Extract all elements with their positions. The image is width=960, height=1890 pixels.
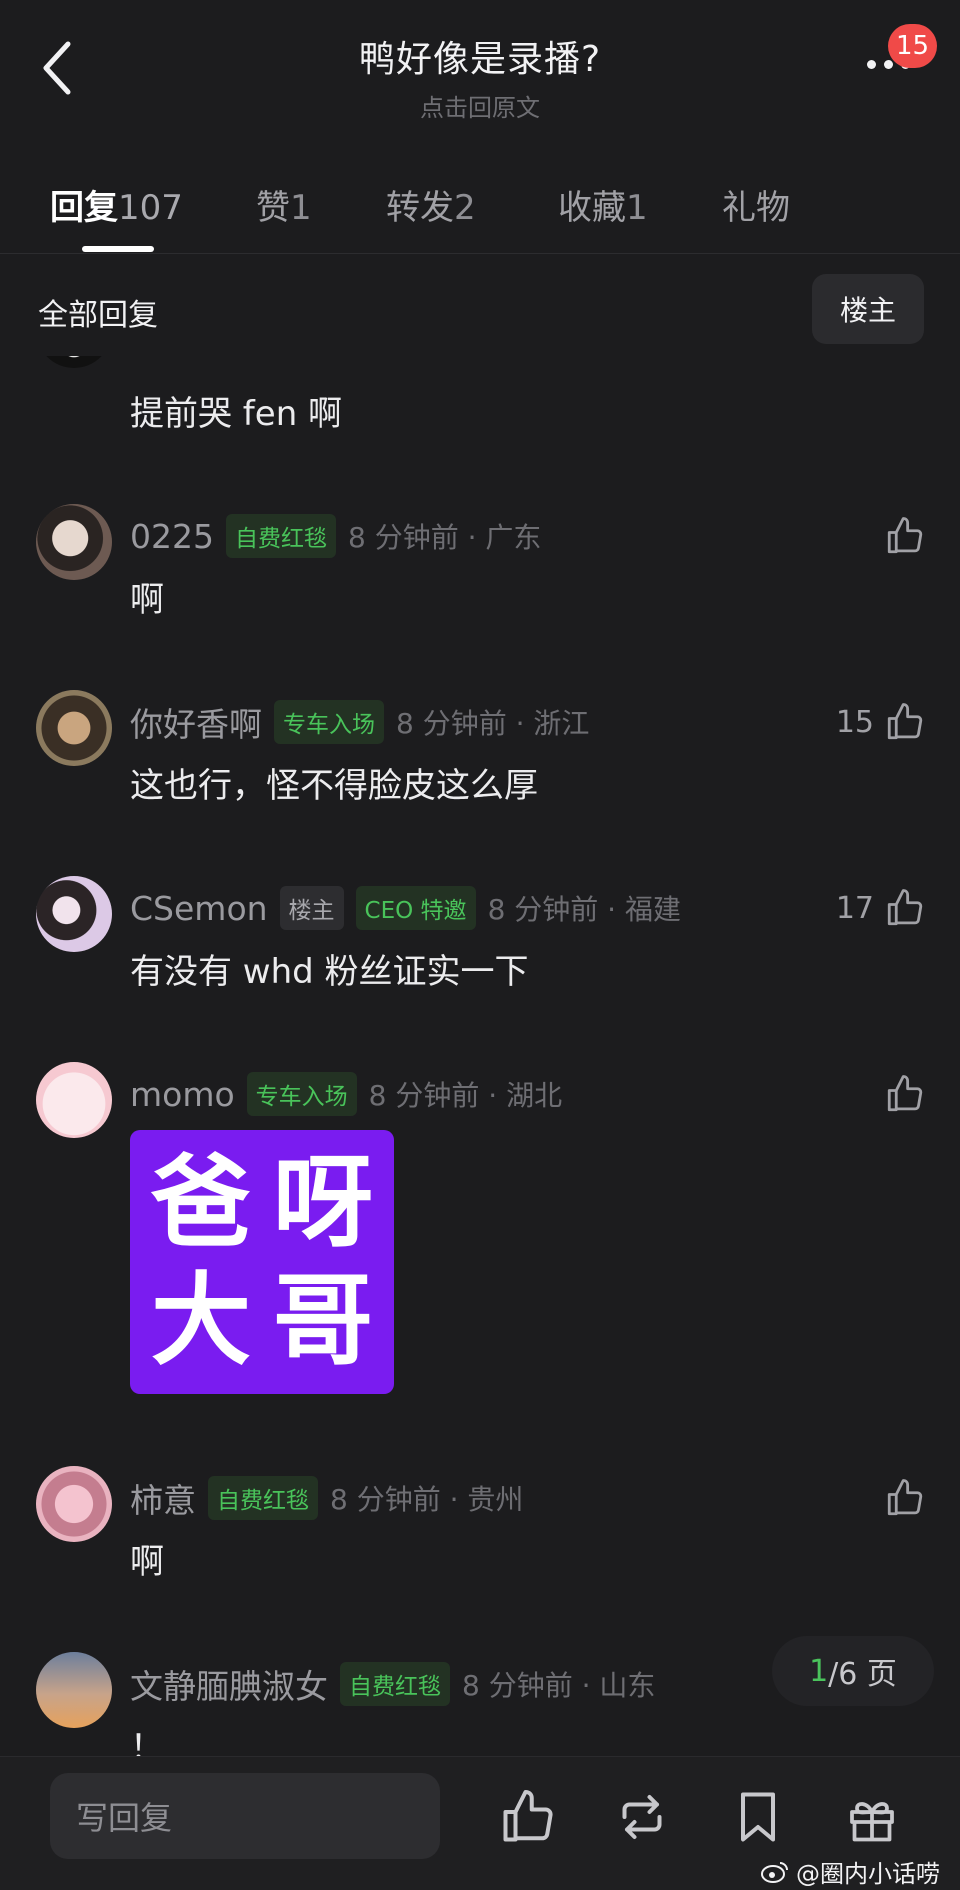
tab-count: 2 <box>454 188 476 228</box>
like-icon[interactable] <box>498 1787 558 1847</box>
tab-bar: 回复107 赞1 转发2 收藏1 礼物 <box>0 170 960 254</box>
more-icon-dot <box>883 59 893 69</box>
notification-badge: 15 <box>888 24 938 68</box>
comment-meta: momo 专车入场 8 分钟前 · 湖北 <box>130 1070 562 1118</box>
active-tab-indicator <box>82 246 154 252</box>
comment-meta: 文静腼腆淑女 自费红毯 8 分钟前 · 山东 <box>130 1660 655 1708</box>
tab-label: 转发 <box>386 188 454 228</box>
reply-input[interactable]: 写回复 <box>50 1773 440 1859</box>
timestamp-location: 8 分钟前 · 广东 <box>347 521 542 554</box>
avatar[interactable] <box>36 1466 112 1542</box>
comment-text: 啊 <box>130 580 164 620</box>
tab-label: 赞 <box>256 188 290 228</box>
comment-text: ！ <box>130 1728 164 1756</box>
sticker-char: 哥 <box>273 1262 373 1379</box>
like-button[interactable]: 15 <box>836 696 926 748</box>
like-icon <box>887 703 923 740</box>
comment-text: 提前哭 fen 啊 <box>130 394 343 434</box>
username[interactable]: 0225 <box>130 517 214 556</box>
user-tag: 自费红毯 <box>340 1662 450 1706</box>
weibo-icon <box>761 1861 788 1883</box>
timestamp-location: 8 分钟前 · 福建 <box>487 893 681 926</box>
tab-gifts[interactable]: 礼物 <box>722 180 790 229</box>
username[interactable]: momo <box>130 1075 235 1114</box>
repost-icon[interactable] <box>612 1787 672 1847</box>
filter-row: 全部回复 楼主 <box>0 260 960 356</box>
user-tag: 自费红毯 <box>225 514 336 558</box>
bookmark-icon[interactable] <box>728 1787 788 1847</box>
comment-list[interactable]: 提前哭 fen 啊 0225 自费红毯 8 分钟前 · 广东 啊 你好香啊 专车… <box>0 356 960 1756</box>
tab-favorites[interactable]: 收藏1 <box>558 180 648 229</box>
page-title: 鸭好像是录播? <box>358 39 602 80</box>
like-button[interactable] <box>884 1472 926 1524</box>
timestamp-location: 8 分钟前 · 湖北 <box>368 1079 563 1112</box>
tab-count: 1 <box>290 188 312 228</box>
comment-meta: 你好香啊 专车入场 8 分钟前 · 浙江 <box>130 698 589 746</box>
like-button[interactable] <box>884 510 926 562</box>
top-bar: 鸭好像是录播? 点击回原文 15 <box>0 0 960 140</box>
comment-text: 这也行，怪不得脸皮这么厚 <box>130 766 538 806</box>
back-to-original-link[interactable]: 点击回原文 <box>180 88 780 123</box>
tab-count: 1 <box>626 188 648 228</box>
comment-meta: CSemon 楼主 CEO 特邀 8 分钟前 · 福建 <box>130 884 681 932</box>
like-count: 17 <box>835 890 874 926</box>
user-tag: 专车入场 <box>274 700 384 744</box>
like-count: 15 <box>835 704 874 740</box>
back-arrow-icon <box>43 41 71 95</box>
user-tag: 自费红毯 <box>208 1476 318 1520</box>
tab-label: 回复 <box>50 188 118 228</box>
avatar[interactable] <box>36 504 112 580</box>
comment-meta: 0225 自费红毯 8 分钟前 · 广东 <box>130 512 541 560</box>
like-button[interactable]: 17 <box>836 882 926 934</box>
sticker-image[interactable]: 爸 呀 大 哥 <box>130 1130 394 1394</box>
username[interactable]: 你好香啊 <box>130 698 262 746</box>
all-replies-label: 全部回复 <box>38 298 158 333</box>
avatar[interactable] <box>36 356 112 368</box>
tab-label: 收藏 <box>558 188 626 228</box>
sticker-char: 呀 <box>273 1144 373 1261</box>
watermark-text: @圈内小话唠 <box>796 1860 940 1888</box>
back-button[interactable] <box>32 36 82 100</box>
tab-replies[interactable]: 回复107 <box>50 180 183 229</box>
title-block[interactable]: 鸭好像是录播? 点击回原文 <box>180 30 780 123</box>
like-icon <box>887 889 923 926</box>
sticker-char: 大 <box>151 1262 251 1379</box>
owner-tag: 楼主 <box>279 886 344 930</box>
like-icon <box>887 517 923 554</box>
username[interactable]: 文静腼腆淑女 <box>130 1660 328 1708</box>
like-button[interactable] <box>884 1068 926 1120</box>
like-icon <box>887 1075 923 1112</box>
more-icon <box>866 59 876 69</box>
username[interactable]: 柿意 <box>130 1474 196 1522</box>
watermark: @圈内小话唠 <box>760 1854 940 1889</box>
current-page: 1 <box>809 1653 829 1689</box>
avatar[interactable] <box>36 690 112 766</box>
comment-text: 有没有 whd 粉丝证实一下 <box>130 952 529 992</box>
sticker-char: 爸 <box>151 1144 251 1261</box>
timestamp-location: 8 分钟前 · 浙江 <box>396 707 590 740</box>
owner-only-button[interactable]: 楼主 <box>812 274 924 344</box>
gift-icon[interactable] <box>842 1787 902 1847</box>
tab-likes[interactable]: 赞1 <box>256 180 312 229</box>
tab-reposts[interactable]: 转发2 <box>386 180 476 229</box>
user-tag: 专车入场 <box>246 1072 357 1116</box>
timestamp-location: 8 分钟前 · 山东 <box>462 1669 656 1702</box>
total-pages: /6 页 <box>828 1657 897 1692</box>
avatar[interactable] <box>36 876 112 952</box>
avatar[interactable] <box>36 1652 112 1728</box>
user-tag: CEO 特邀 <box>355 886 476 930</box>
comment-text: 啊 <box>130 1542 164 1582</box>
username[interactable]: CSemon <box>130 889 268 928</box>
timestamp-location: 8 分钟前 · 贵州 <box>330 1483 524 1516</box>
page-indicator[interactable]: 1/6 页 <box>772 1636 934 1706</box>
like-icon <box>887 1479 923 1516</box>
comment-meta: 柿意 自费红毯 8 分钟前 · 贵州 <box>130 1474 523 1522</box>
tab-label: 礼物 <box>722 188 790 228</box>
tab-count: 107 <box>118 188 183 228</box>
avatar[interactable] <box>36 1062 112 1138</box>
